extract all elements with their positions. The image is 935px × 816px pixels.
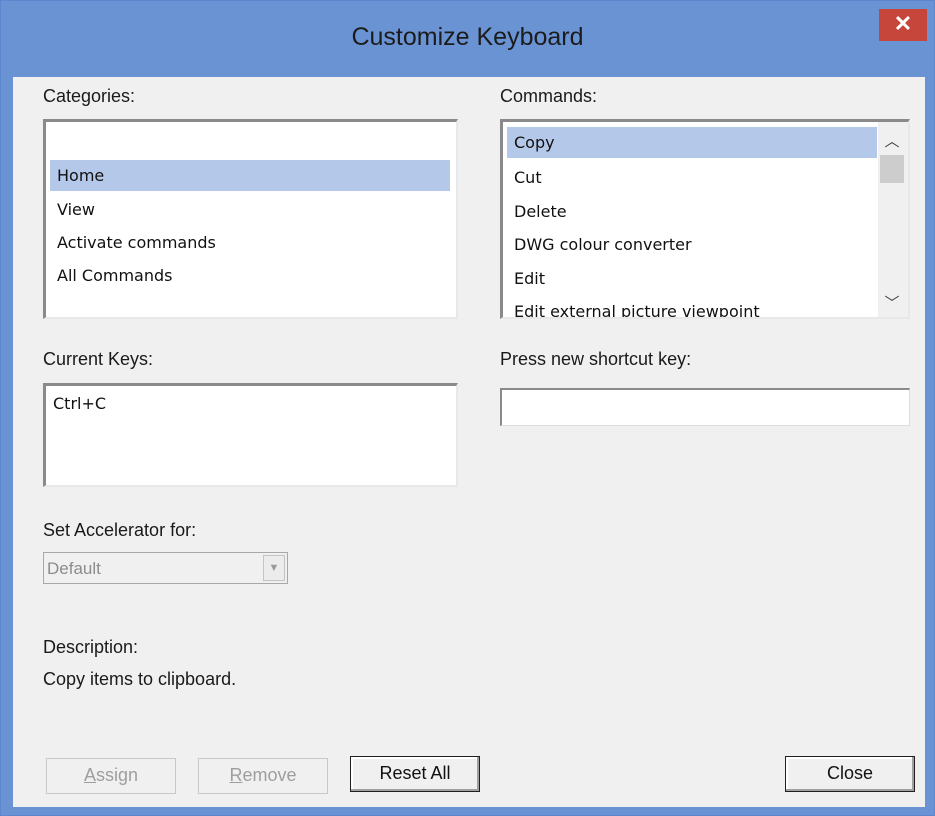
triangle-down-icon[interactable]: ▼ [263, 555, 285, 581]
chevron-down-icon[interactable]: ﹀ [878, 290, 906, 316]
category-item-all-commands[interactable]: All Commands [50, 260, 450, 291]
remove-mnemonic: R [229, 765, 243, 785]
assign-button[interactable]: Assign [46, 758, 176, 794]
remove-label: emove [242, 765, 297, 785]
accelerator-value: Default [47, 559, 101, 578]
title-bar[interactable]: Customize Keyboard ✕ [1, 1, 934, 77]
new-shortcut-input[interactable] [500, 388, 910, 426]
commands-scrollbar[interactable]: ︿ ﹀ [878, 122, 908, 317]
current-key-item[interactable]: Ctrl+C [46, 388, 446, 419]
chevron-up-icon[interactable]: ︿ [878, 128, 906, 154]
dialog-body: Categories: Home View Activate commands … [13, 77, 925, 807]
command-item-delete[interactable]: Delete [507, 196, 877, 227]
category-item-view[interactable]: View [50, 194, 450, 225]
command-item-copy[interactable]: Copy [507, 127, 877, 158]
current-keys-label: Current Keys: [43, 349, 154, 369]
command-item-edit[interactable]: Edit [507, 263, 877, 294]
current-keys-listbox[interactable]: Ctrl+C [43, 383, 458, 487]
description-text: Copy items to clipboard. [43, 669, 237, 689]
remove-button[interactable]: Remove [198, 758, 328, 794]
close-button[interactable]: Close [785, 756, 915, 792]
commands-label: Commands: [500, 86, 598, 106]
scrollbar-thumb[interactable] [880, 155, 904, 183]
commands-listbox[interactable]: Copy Cut Delete DWG colour converter Edi… [500, 119, 910, 319]
categories-label: Categories: [43, 86, 136, 106]
customize-keyboard-dialog: Customize Keyboard ✕ Categories: Home Vi… [0, 0, 935, 816]
assign-mnemonic: A [83, 765, 96, 785]
assign-label: ssign [95, 765, 139, 785]
description-label: Description: [43, 637, 139, 657]
command-item-dwg-colour-converter[interactable]: DWG colour converter [507, 229, 877, 260]
command-item-cut[interactable]: Cut [507, 162, 877, 193]
command-item-edit-external-picture-viewpoint[interactable]: Edit external picture viewpoint [507, 296, 877, 317]
category-item-activate-commands[interactable]: Activate commands [50, 227, 450, 258]
close-icon: ✕ [893, 11, 913, 36]
accelerator-label: Set Accelerator for: [43, 520, 197, 540]
dialog-title: Customize Keyboard [351, 23, 584, 51]
reset-all-button[interactable]: Reset All [350, 756, 480, 792]
category-item-home[interactable]: Home [50, 160, 450, 191]
accelerator-select[interactable]: Default ▼ [43, 552, 288, 584]
close-window-button[interactable]: ✕ [879, 9, 927, 41]
categories-listbox[interactable]: Home View Activate commands All Commands [43, 119, 458, 319]
new-shortcut-label: Press new shortcut key: [500, 349, 692, 369]
